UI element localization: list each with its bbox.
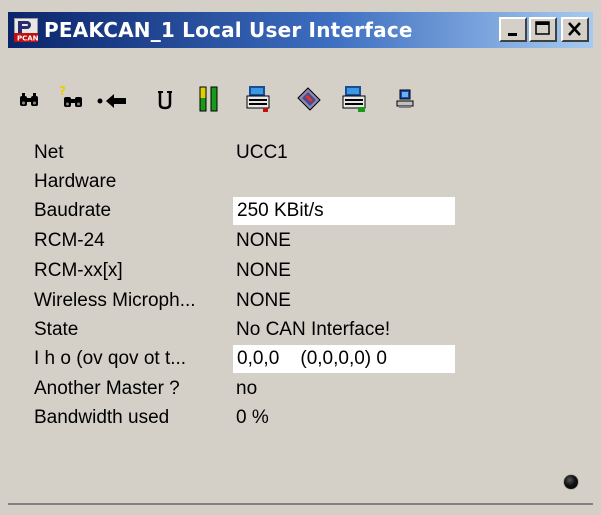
minimize-icon xyxy=(508,33,517,36)
property-value: No CAN Interface! xyxy=(236,319,391,340)
counters-field[interactable]: 0,0,0 (0,0,0,0) 0 xyxy=(233,345,455,373)
property-row-rcm-24: RCM-24 NONE xyxy=(0,226,601,256)
property-value: UCC1 xyxy=(236,142,288,163)
property-row-hardware: Hardware xyxy=(0,167,601,197)
network-device-icon[interactable] xyxy=(294,84,324,114)
property-row-another-master: Another Master ? no xyxy=(0,374,601,404)
svg-text:PCAN: PCAN xyxy=(17,35,38,43)
title-bar[interactable]: PCAN PEAKCAN_1 Local User Interface xyxy=(8,12,593,48)
property-row-counters: I h o (ov qov ot t... 0,0,0 (0,0,0,0) 0 xyxy=(0,344,601,374)
property-label: Another Master ? xyxy=(34,378,180,399)
computer-icon[interactable] xyxy=(392,84,418,114)
maximize-button[interactable] xyxy=(529,17,557,42)
binoculars-icon[interactable] xyxy=(18,84,40,114)
level-bars-icon[interactable] xyxy=(198,84,222,114)
toolbar: ? xyxy=(18,84,478,114)
close-icon xyxy=(568,22,581,36)
property-label: RCM-24 xyxy=(34,230,105,251)
property-row-baudrate: Baudrate 250 KBit/s xyxy=(0,196,601,226)
property-value: 0 % xyxy=(236,407,269,428)
maximize-icon xyxy=(535,21,550,35)
baudrate-field[interactable]: 250 KBit/s xyxy=(233,197,455,225)
property-row-wireless-microphone: Wireless Microph... NONE xyxy=(0,286,601,316)
property-value: NONE xyxy=(236,230,291,251)
peak-app-icon: PCAN xyxy=(14,18,39,43)
property-value: NONE xyxy=(236,260,291,281)
property-row-rcm-xx: RCM-xx[x] NONE xyxy=(0,256,601,286)
u-icon[interactable] xyxy=(156,84,174,114)
property-label: State xyxy=(34,319,79,340)
property-label: Net xyxy=(34,142,64,163)
search-unknown-icon[interactable]: ? xyxy=(56,84,86,114)
property-label: Wireless Microph... xyxy=(34,290,196,311)
window-bottom-edge xyxy=(8,503,593,505)
window-title: PEAKCAN_1 Local User Interface xyxy=(44,18,413,42)
app-window: PCAN PEAKCAN_1 Local User Interface ? Ne… xyxy=(0,0,601,515)
device-card-icon[interactable] xyxy=(244,84,274,114)
property-row-bandwidth: Bandwidth used 0 % xyxy=(0,403,601,433)
property-label: Baudrate xyxy=(34,200,112,221)
minimize-button[interactable] xyxy=(499,17,527,42)
property-row-state: State No CAN Interface! xyxy=(0,315,601,345)
property-label: Bandwidth used xyxy=(34,407,170,428)
property-label: RCM-xx[x] xyxy=(34,260,123,281)
property-value: NONE xyxy=(236,290,291,311)
svg-text:?: ? xyxy=(59,84,66,98)
close-button[interactable] xyxy=(561,17,589,42)
status-led xyxy=(564,475,578,489)
title-buttons xyxy=(499,17,589,42)
device-card-2-icon[interactable] xyxy=(340,84,370,114)
arrow-left-icon[interactable] xyxy=(96,84,132,114)
property-value: no xyxy=(236,378,258,399)
property-label: I h o (ov qov ot t... xyxy=(34,348,187,369)
property-label: Hardware xyxy=(34,171,117,192)
property-row-net: Net UCC1 xyxy=(0,138,601,168)
